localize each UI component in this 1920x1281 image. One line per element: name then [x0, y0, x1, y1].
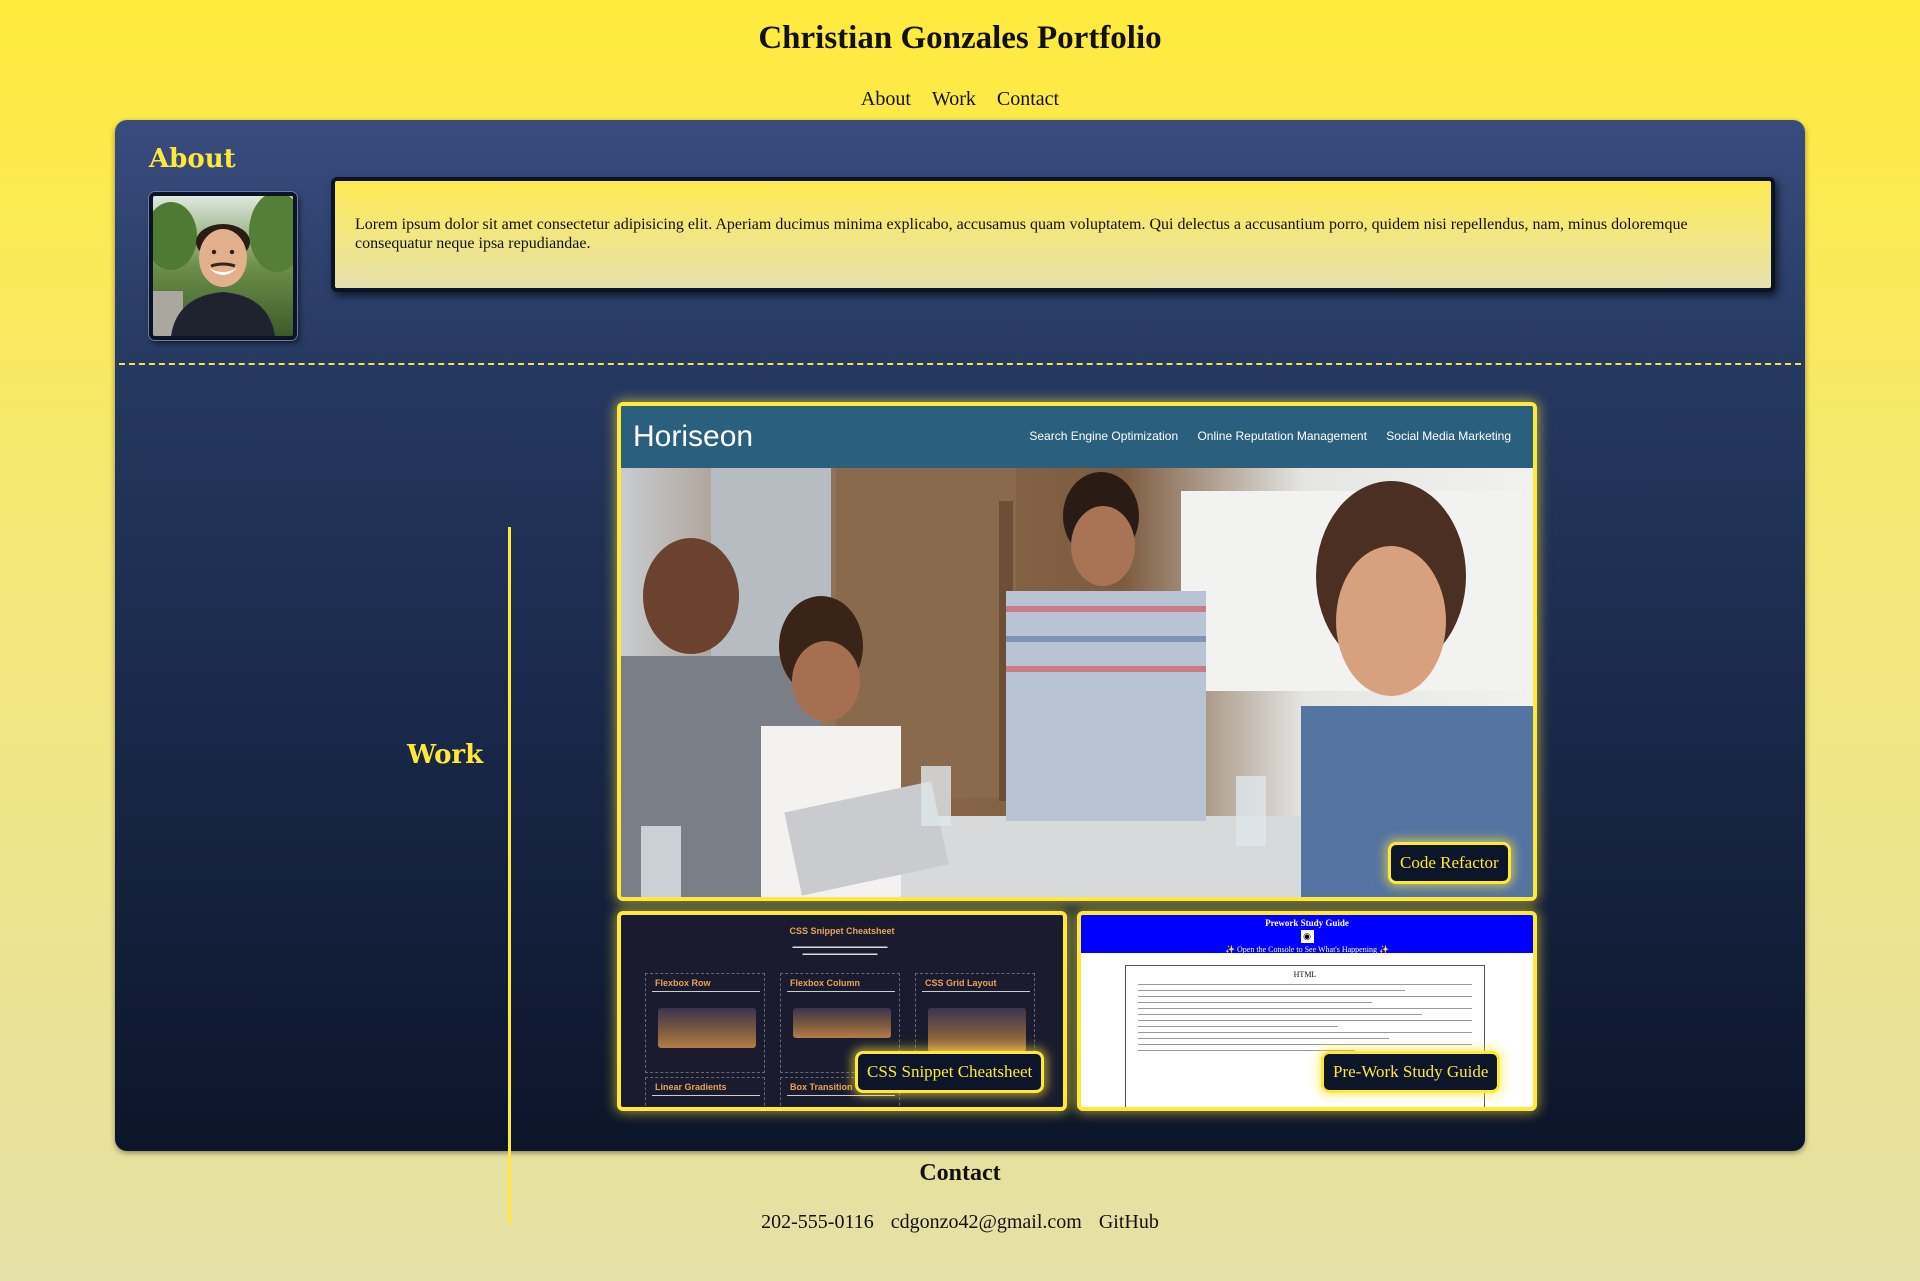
profile-photo-image	[153, 196, 293, 336]
horiseon-nav-seo: Search Engine Optimization	[1029, 429, 1179, 443]
text-line	[1138, 996, 1472, 997]
nav-link-work[interactable]: Work	[932, 88, 976, 110]
cheatsheet-card: Linear Gradients	[645, 1077, 765, 1107]
nav-link-contact[interactable]: Contact	[997, 88, 1059, 110]
cheatsheet-card-title: CSS Grid Layout	[922, 978, 1030, 992]
text-line	[1138, 1020, 1472, 1021]
study-guide-section-title: HTML	[1293, 970, 1317, 979]
horiseon-logo: Horiseon	[633, 420, 754, 453]
horiseon-nav-orm: Online Reputation Management	[1197, 429, 1367, 443]
text-line	[1138, 1008, 1472, 1009]
cheatsheet-card-title: Flexbox Column	[787, 978, 895, 992]
study-guide-icon: ◉	[1300, 930, 1314, 943]
project-card-code-refactor[interactable]: Horiseon Search Engine Optimization Onli…	[617, 402, 1537, 901]
work-vertical-rule	[508, 527, 511, 1225]
horiseon-nav: Search Engine Optimization Online Reputa…	[1013, 429, 1511, 443]
cheatsheet-card-title: Flexbox Row	[652, 978, 760, 992]
about-heading: About	[149, 144, 236, 174]
cheatsheet-code-block	[658, 1008, 756, 1048]
project-card-study-guide[interactable]: Prework Study Guide ◉ ✨ Open the Console…	[1077, 911, 1537, 1111]
cheatsheet-title: CSS Snippet Cheatsheet	[789, 926, 895, 936]
nav-link-about[interactable]: About	[861, 88, 911, 110]
project-label-study-guide[interactable]: Pre-Work Study Guide	[1321, 1051, 1501, 1093]
text-line	[1138, 1014, 1422, 1015]
horiseon-nav-smm: Social Media Marketing	[1386, 429, 1511, 443]
contact-email[interactable]: cdgonzo42@gmail.com	[891, 1211, 1082, 1233]
horiseon-screenshot-image	[621, 468, 1533, 897]
text-line	[1138, 1032, 1472, 1033]
cheatsheet-card: Flexbox Row	[645, 973, 765, 1073]
section-divider	[119, 363, 1801, 365]
main-nav: About Work Contact	[0, 88, 1920, 111]
project-label-code-refactor[interactable]: Code Refactor	[1388, 842, 1511, 884]
contact-links: 202-555-0116 cdgonzo42@gmail.com GitHub	[0, 1211, 1920, 1234]
work-heading: Work	[407, 740, 484, 770]
site-header: Christian Gonzales Portfolio About Work …	[0, 0, 1920, 120]
about-text-box: Lorem ipsum dolor sit amet consectetur a…	[331, 177, 1775, 292]
study-guide-title: Prework Study Guide	[1265, 918, 1349, 928]
profile-photo	[149, 192, 297, 340]
text-line	[1138, 990, 1406, 991]
project-card-css-cheatsheet[interactable]: CSS Snippet Cheatsheet ▬▬▬▬▬▬▬▬▬▬▬▬▬▬▬▬▬…	[617, 911, 1067, 1111]
cheatsheet-code-block	[793, 1008, 891, 1038]
project-label-css-cheatsheet[interactable]: CSS Snippet Cheatsheet	[855, 1051, 1045, 1093]
page-title: Christian Gonzales Portfolio	[758, 20, 1162, 56]
about-text: Lorem ipsum dolor sit amet consectetur a…	[355, 216, 1688, 252]
contact-heading: Contact	[919, 1160, 1001, 1186]
text-line	[1138, 1044, 1472, 1045]
study-guide-header: Prework Study Guide ◉ ✨ Open the Console…	[1081, 915, 1533, 954]
text-line	[1138, 984, 1472, 985]
text-line	[1138, 1038, 1389, 1039]
text-line	[1138, 1026, 1339, 1027]
cheatsheet-card-title: Linear Gradients	[652, 1082, 760, 1096]
main-panel: About Lorem ipsum dolor sit amet consect…	[115, 120, 1805, 1225]
horiseon-header: Horiseon Search Engine Optimization Onli…	[621, 406, 1533, 468]
study-guide-subtitle: ✨ Open the Console to See What's Happeni…	[1225, 945, 1389, 954]
contact-section: Contact 202-555-0116 cdgonzo42@gmail.com…	[0, 1160, 1920, 1234]
text-line	[1138, 1050, 1356, 1051]
contact-github-link[interactable]: GitHub	[1099, 1211, 1159, 1233]
text-line	[1138, 1002, 1372, 1003]
cheatsheet-subtitle: ▬▬▬▬▬▬▬▬▬▬▬▬▬▬▬▬▬▬▬ ▬▬▬▬▬▬▬▬▬▬▬▬▬▬▬	[792, 944, 888, 957]
cheatsheet-code-block	[928, 1008, 1026, 1052]
contact-phone[interactable]: 202-555-0116	[761, 1211, 874, 1233]
